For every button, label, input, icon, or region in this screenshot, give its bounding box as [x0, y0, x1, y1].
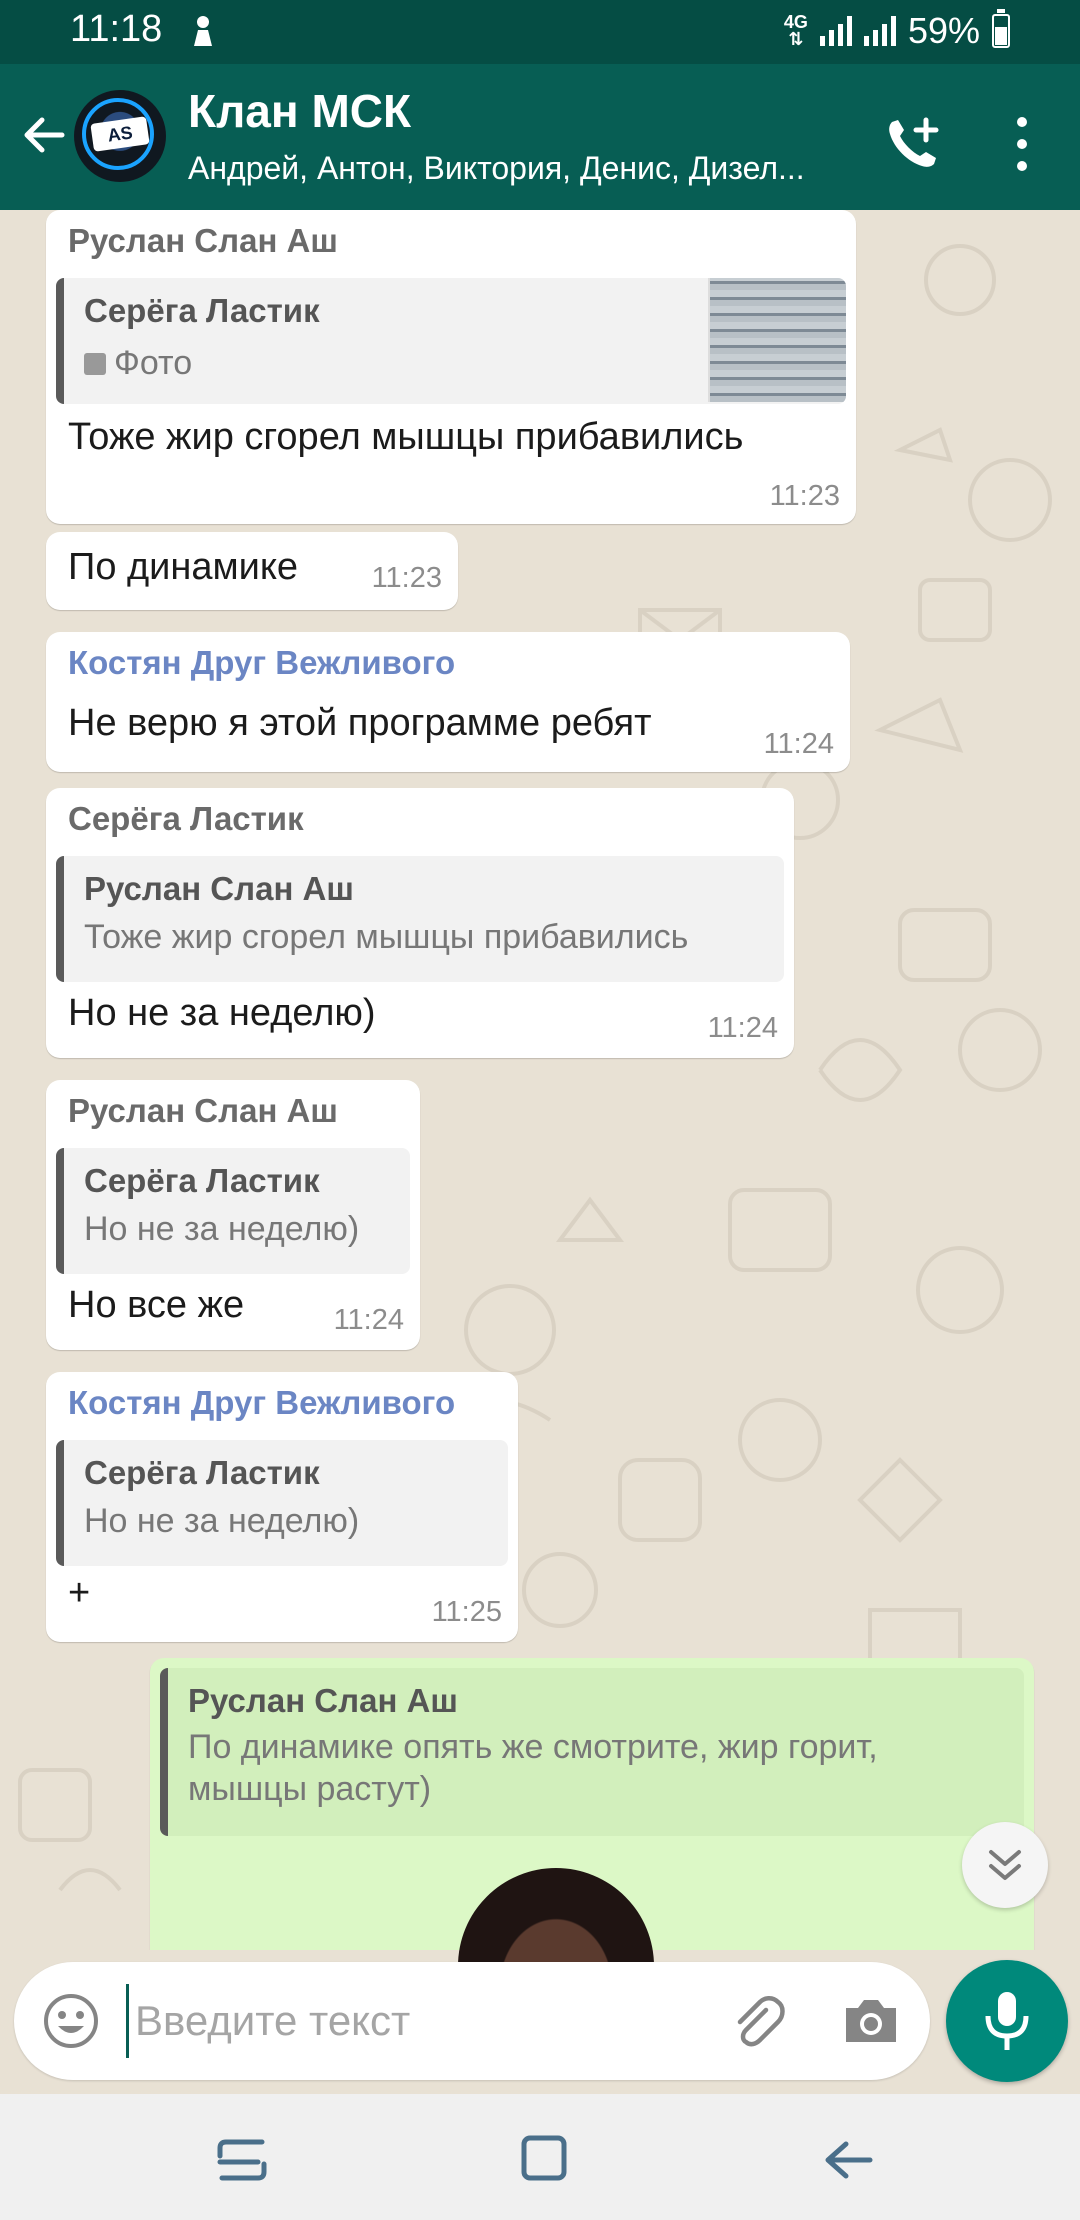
message-time: 11:24 — [707, 1012, 778, 1044]
voice-message-button[interactable] — [946, 1960, 1068, 2082]
message-sender[interactable]: Руслан Слан Аш — [68, 222, 338, 260]
message-sender[interactable]: Руслан Слан Аш — [68, 1092, 338, 1130]
message-sender[interactable]: Костян Друг Вежливого — [68, 644, 455, 682]
message-sender[interactable]: Серёга Ластик — [68, 800, 304, 838]
message-composer — [14, 1962, 930, 2080]
message-bubble[interactable]: По динамике 11:23 — [46, 532, 458, 610]
chat-title[interactable]: Клан МСК — [188, 84, 411, 138]
message-time: 11:24 — [333, 1304, 404, 1336]
notification-icon — [194, 16, 212, 46]
system-navigation-bar — [0, 2094, 1080, 2220]
message-bubble[interactable]: Костян Друг Вежливого Не верю я этой про… — [46, 632, 850, 772]
home-icon[interactable] — [516, 2130, 572, 2186]
message-list[interactable]: Руслан Слан Аш Серёга Ластик Фото Тоже ж… — [0, 210, 1080, 1950]
attach-icon[interactable] — [726, 1992, 786, 2052]
quoted-message[interactable]: Серёга Ластик Но не за неделю) — [56, 1440, 508, 1566]
scroll-to-bottom-button[interactable] — [962, 1822, 1048, 1908]
quoted-text: Но не за неделю) — [84, 1210, 360, 1248]
message-input[interactable] — [126, 1984, 695, 2058]
message-bubble[interactable]: Костян Друг Вежливого Серёга Ластик Но н… — [46, 1372, 518, 1642]
battery-icon — [992, 9, 1010, 48]
message-sender[interactable]: Костян Друг Вежливого — [68, 1384, 455, 1422]
message-text: Но все же — [68, 1284, 245, 1326]
more-options-icon[interactable] — [1010, 114, 1034, 174]
photo-thumbnail — [708, 278, 846, 402]
recent-apps-icon[interactable] — [214, 2132, 270, 2188]
microphone-icon — [985, 1992, 1029, 2050]
status-time: 11:18 — [70, 8, 163, 50]
message-text: + — [68, 1572, 91, 1614]
status-right: 4G ⇅ 59% — [783, 9, 1010, 52]
quoted-sender: Серёга Ластик — [84, 292, 320, 329]
double-chevron-down-icon — [989, 1850, 1021, 1880]
message-bubble[interactable]: Серёга Ластик Руслан Слан Аш Тоже жир сг… — [46, 788, 794, 1058]
camera-icon[interactable] — [842, 1994, 900, 2046]
group-avatar[interactable]: AS — [74, 90, 166, 182]
message-text: Тоже жир сгорел мышцы прибавились — [68, 416, 744, 458]
battery-percent: 59% — [907, 10, 980, 51]
quoted-message[interactable]: Руслан Слан Аш По динамике опять же смот… — [160, 1668, 1024, 1836]
quoted-text: Но не за неделю) — [84, 1502, 360, 1540]
quoted-message[interactable]: Серёга Ластик Фото — [56, 278, 846, 404]
quoted-sender: Серёга Ластик — [84, 1162, 320, 1199]
photo-icon — [84, 353, 106, 375]
message-text: По динамике — [68, 546, 299, 588]
quoted-message[interactable]: Руслан Слан Аш Тоже жир сгорел мышцы при… — [56, 856, 784, 982]
add-call-icon[interactable] — [882, 114, 944, 176]
quoted-text: По динамике опять же смотрите, жир горит… — [188, 1728, 878, 1808]
chat-screen: 11:18 4G ⇅ 59% AS Клан МСК Андрей, Антон… — [0, 0, 1080, 2220]
message-bubble[interactable]: Руслан Слан Аш Серёга Ластик Но не за не… — [46, 1080, 420, 1350]
message-time: 11:24 — [763, 728, 834, 760]
quoted-sender: Руслан Слан Аш — [188, 1682, 458, 1719]
network-type: 4G ⇅ — [783, 12, 808, 49]
back-icon[interactable] — [820, 2132, 876, 2188]
signal-icon — [819, 16, 852, 46]
quoted-sender: Руслан Слан Аш — [84, 870, 354, 907]
message-text: Но не за неделю) — [68, 992, 376, 1034]
message-time: 11:23 — [371, 562, 442, 594]
chat-participants[interactable]: Андрей, Антон, Виктория, Денис, Дизел... — [188, 150, 848, 187]
chat-header: AS Клан МСК Андрей, Антон, Виктория, Ден… — [0, 64, 1080, 210]
back-arrow-icon[interactable] — [18, 110, 68, 160]
message-time: 11:23 — [769, 480, 840, 512]
quoted-sender: Серёга Ластик — [84, 1454, 320, 1491]
message-time: 11:25 — [431, 1596, 502, 1628]
message-bubble[interactable]: Руслан Слан Аш Серёга Ластик Фото Тоже ж… — [46, 210, 856, 524]
message-text: Не верю я этой программе ребят — [68, 702, 652, 744]
status-bar: 11:18 4G ⇅ 59% — [0, 0, 1080, 64]
quoted-message[interactable]: Серёга Ластик Но не за неделю) — [56, 1148, 410, 1274]
signal-icon-2 — [863, 16, 896, 46]
emoji-icon[interactable] — [42, 1992, 100, 2050]
quoted-text: Тоже жир сгорел мышцы прибавились — [84, 918, 689, 956]
quoted-text: Фото — [84, 344, 192, 383]
